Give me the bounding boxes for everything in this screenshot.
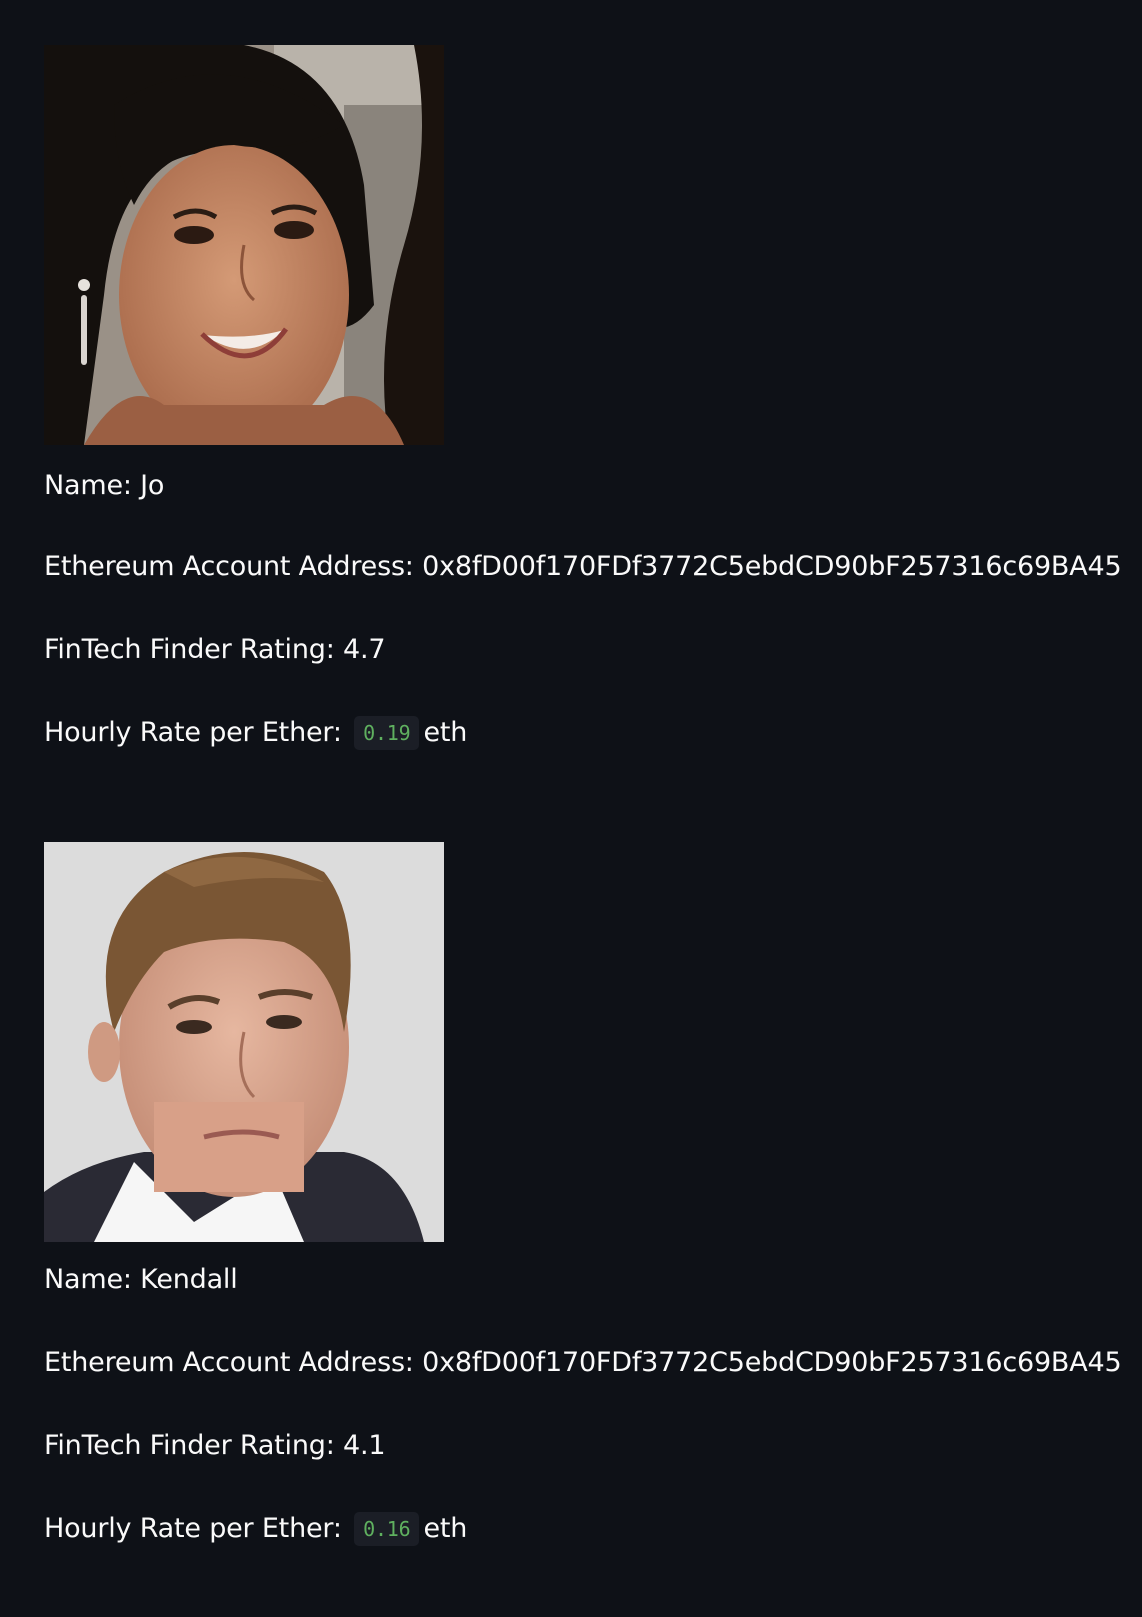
candidate-card-kendall: Name: Kendall Ethereum Account Address: …: [44, 842, 1122, 1546]
candidate-name: Name: Kendall: [44, 1264, 238, 1295]
candidate-photo: [44, 45, 444, 445]
candidate-photo: [44, 842, 444, 1242]
candidate-hourly-rate: Hourly Rate per Ether: 0.19 eth: [44, 716, 468, 750]
candidate-rating: FinTech Finder Rating: 4.1: [44, 1430, 386, 1461]
candidate-address: Ethereum Account Address: 0x8fD00f170FDf…: [44, 551, 1122, 582]
candidate-card-jo: Name: Jo Ethereum Account Address: 0x8fD…: [44, 45, 1122, 750]
woman-portrait-image: [44, 45, 444, 445]
candidate-hourly-rate: Hourly Rate per Ether: 0.16 eth: [44, 1512, 468, 1546]
hourly-rate-value: 0.19: [354, 716, 420, 750]
candidate-rating: FinTech Finder Rating: 4.7: [44, 634, 386, 665]
candidate-address: Ethereum Account Address: 0x8fD00f170FDf…: [44, 1347, 1122, 1378]
candidate-name: Name: Jo: [44, 470, 165, 501]
man-portrait-image: [44, 842, 444, 1242]
hourly-rate-value: 0.16: [354, 1512, 420, 1546]
